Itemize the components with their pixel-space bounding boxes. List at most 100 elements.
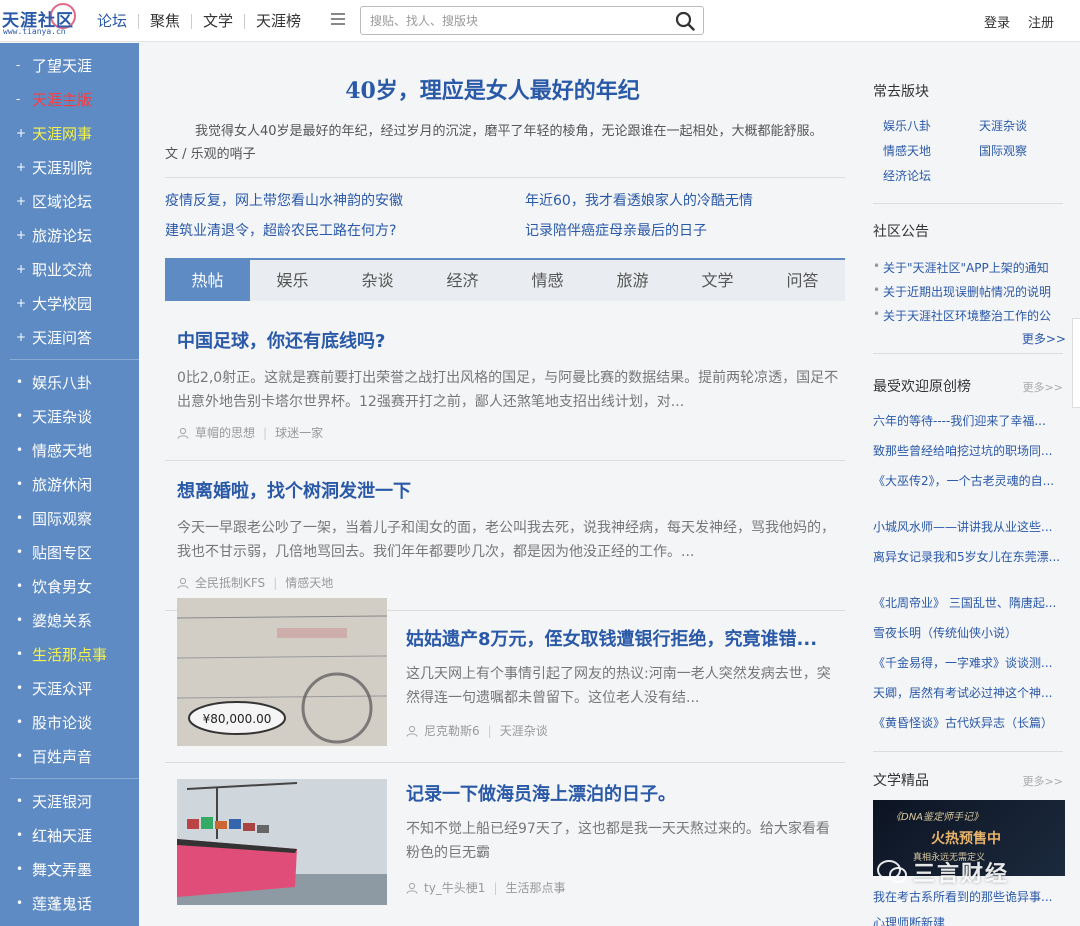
post-author[interactable]: ty_牛头梗1 [424, 879, 485, 896]
sidebar-item[interactable]: • 百姓声音 [0, 739, 139, 773]
notice-more-link[interactable]: 更多>> [873, 330, 1068, 347]
sidebar-item[interactable]: • 天涯银河 [0, 784, 139, 818]
nav-forum[interactable]: 论坛 [86, 13, 138, 29]
post-title[interactable]: 姑姑遗产8万元，侄女取钱遭银行拒绝，究竟谁错... [406, 628, 842, 652]
original-item[interactable]: 致那些曾经给咱挖过坑的职场同... [873, 440, 1063, 470]
post-board[interactable]: 生活那点事 [506, 879, 566, 896]
bullet-icon: • [16, 545, 24, 559]
board-link[interactable]: 天涯杂谈 [979, 117, 1075, 134]
original-item[interactable]: 天卿，居然有考试必过神这个神... [873, 682, 1063, 712]
sidebar-item[interactable]: • 莲蓬鬼话 [0, 886, 139, 920]
original-item[interactable]: 离异女记录我和5岁女儿在东莞漂... [873, 546, 1063, 592]
literature-link[interactable]: 心理师断新建 [873, 912, 1063, 926]
board-link[interactable]: 情感天地 [883, 142, 979, 159]
sidebar-item[interactable]: + 天涯网事 [0, 116, 139, 150]
post-board[interactable]: 球迷一家 [275, 424, 323, 441]
sidebar-item[interactable]: + 旅游论坛 [0, 218, 139, 252]
nav-ranking[interactable]: 天涯榜 [244, 13, 312, 29]
sidebar-item[interactable]: + 天涯别院 [0, 150, 139, 184]
search-input[interactable] [361, 7, 661, 34]
board-link[interactable]: 经济论坛 [883, 167, 979, 184]
sidebar-item[interactable]: • 天涯杂谈 [0, 399, 139, 433]
sidebar-item[interactable]: - 天涯主版 [0, 82, 139, 116]
sidebar-item-label: 娱乐八卦 [32, 373, 93, 392]
original-more-link[interactable]: 更多>> [1023, 379, 1063, 395]
tab-chat[interactable]: 杂谈 [335, 260, 420, 301]
tab-travel[interactable]: 旅游 [590, 260, 675, 301]
sidebar-item[interactable]: + 天涯问答 [0, 320, 139, 354]
bullet-icon: • [16, 477, 24, 491]
sidebar-item[interactable]: - 了望天涯 [0, 48, 139, 82]
sidebar-divider [10, 359, 139, 360]
sidebar-item[interactable]: • 饮食男女 [0, 569, 139, 603]
sidebar-item[interactable]: • 生活那点事 [0, 637, 139, 671]
nav-focus[interactable]: 聚焦 [138, 13, 191, 29]
post-title[interactable]: 想离婚啦，找个树洞发泄一下 [177, 480, 845, 504]
post-meta: 尼克勒斯6 | 天涯杂谈 [406, 722, 842, 739]
site-logo[interactable]: 天涯社区 www.tianya.cn [2, 2, 76, 38]
expand-icon: + [16, 160, 27, 174]
notice-item[interactable]: 关于"天涯社区"APP上架的通知 [873, 259, 1068, 276]
post-board[interactable]: 情感天地 [285, 574, 333, 591]
post-title[interactable]: 记录一下做海员海上漂泊的日子。 [406, 783, 842, 807]
post-board[interactable]: 天涯杂谈 [500, 722, 548, 739]
nav-literature[interactable]: 文学 [191, 13, 244, 29]
register-link[interactable]: 注册 [1028, 12, 1054, 31]
sidebar-item[interactable]: • 红袖天涯 [0, 818, 139, 852]
notice-item[interactable]: 关于天涯社区环境整治工作的公 [873, 307, 1068, 324]
sidebar-item[interactable]: • 旅游休闲 [0, 467, 139, 501]
board-link[interactable]: 国际观察 [979, 142, 1075, 159]
featured-link[interactable]: 疫情反复，网上带您看山水神韵的安徽 [165, 190, 403, 210]
sidebar-item-label: 天涯网事 [32, 124, 93, 143]
login-link[interactable]: 登录 [984, 12, 1010, 31]
bullet-icon: • [16, 681, 24, 695]
post-author[interactable]: 草帽的思想 [195, 424, 255, 441]
tab-qa[interactable]: 问答 [760, 260, 845, 301]
post-author[interactable]: 全民抵制KFS [195, 574, 265, 591]
post-thumbnail[interactable]: ¥80,000.00 [177, 598, 387, 746]
post-author[interactable]: 尼克勒斯6 [424, 722, 480, 739]
tab-emotion[interactable]: 情感 [505, 260, 590, 301]
sidebar-item[interactable]: • 股市论谈 [0, 705, 139, 739]
original-item[interactable]: 小城风水师——讲讲我从业这些... [873, 516, 1063, 546]
tab-economy[interactable]: 经济 [420, 260, 505, 301]
featured-link[interactable]: 建筑业清退令，超龄农民工路在何方? [165, 220, 396, 240]
featured-link[interactable]: 记录陪伴癌症母亲最后的日子 [525, 220, 707, 240]
original-item[interactable]: 六年的等待----我们迎来了幸福... [873, 410, 1063, 440]
menu-icon[interactable] [331, 13, 345, 27]
tab-entertainment[interactable]: 娱乐 [250, 260, 335, 301]
post-summary: 0比2,0射正。这就是赛前要打出荣誉之战打出风格的国足，与阿曼比赛的数据结果。提… [177, 370, 839, 410]
sidebar-item[interactable]: • 娱乐八卦 [0, 365, 139, 399]
original-item[interactable]: 《千金易得，一字难求》谈谈测... [873, 652, 1063, 682]
original-item[interactable]: 《北周帝业》 三国乱世、隋唐起... [873, 592, 1063, 622]
featured-link[interactable]: 年近60，我才看透娘家人的冷酷无情 [525, 190, 753, 210]
sidebar-item[interactable]: • 国际观察 [0, 501, 139, 535]
post-meta: 草帽的思想 | 球迷一家 [177, 424, 845, 441]
sidebar-item[interactable]: + 大学校园 [0, 286, 139, 320]
post-title[interactable]: 中国足球，你还有底线吗? [177, 330, 845, 354]
board-link[interactable]: 娱乐八卦 [883, 117, 979, 134]
expand-icon: + [16, 194, 27, 208]
sidebar-item[interactable]: • 情感天地 [0, 433, 139, 467]
notice-item[interactable]: 关于近期出现误删帖情况的说明 [873, 283, 1068, 300]
literature-more-link[interactable]: 更多>> [1023, 773, 1063, 789]
search-icon[interactable] [675, 11, 695, 31]
sidebar-item[interactable]: • 舞文弄墨 [0, 852, 139, 886]
sidebar-item[interactable]: + 区域论坛 [0, 184, 139, 218]
sidebar-item[interactable]: + 职业交流 [0, 252, 139, 286]
original-item[interactable]: 雪夜长明（传统仙侠小说） [873, 622, 1063, 652]
tab-hot[interactable]: 热帖 [165, 260, 250, 301]
literature-link[interactable]: 我在考古系所看到的那些诡异事... [873, 886, 1063, 908]
post-thumbnail[interactable] [177, 779, 387, 905]
sidebar-item[interactable]: • 天涯众评 [0, 671, 139, 705]
scrollbar-handle[interactable] [1072, 318, 1080, 408]
bullet-icon: • [16, 715, 24, 729]
post-divider [165, 460, 845, 461]
featured-headline[interactable]: 40岁，理应是女人最好的年纪 [139, 73, 846, 105]
original-ranking-list: 六年的等待----我们迎来了幸福... 致那些曾经给咱挖过坑的职场同... 《大… [873, 410, 1063, 742]
sidebar-item[interactable]: • 婆媳关系 [0, 603, 139, 637]
original-item[interactable]: 《黄昏怪谈》古代妖异志（长篇） [873, 712, 1063, 742]
original-item[interactable]: 《大巫传2》，一个古老灵魂的自... [873, 470, 1063, 516]
sidebar-item[interactable]: • 贴图专区 [0, 535, 139, 569]
tab-literature[interactable]: 文学 [675, 260, 760, 301]
